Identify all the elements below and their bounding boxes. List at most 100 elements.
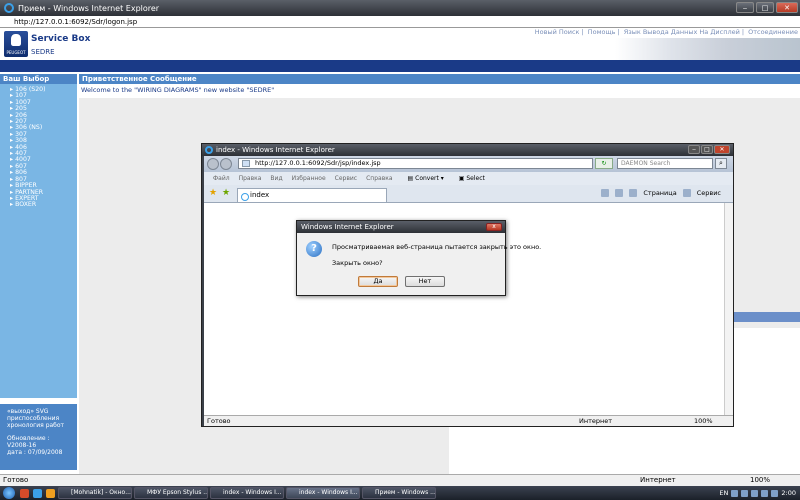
logo-text: PEUGEOT [6, 50, 26, 55]
add-favorite-icon[interactable]: ★ [222, 189, 230, 198]
popup-security-zone: Интернет [579, 417, 613, 425]
popup-titlebar: index - Windows Internet Explorer ‒ □ ✕ [202, 144, 733, 156]
quicklaunch-icon[interactable] [20, 488, 29, 498]
convert-button[interactable]: ▤ Convert ▾ [408, 175, 444, 182]
popup-minimize-button[interactable]: ‒ [688, 145, 700, 154]
favorites-star-icon[interactable]: ★ [209, 189, 217, 198]
link-logout[interactable]: Отсоединение [746, 28, 800, 36]
tray-icon[interactable] [731, 489, 739, 497]
update-version: Обновление : V2008-16 [7, 435, 50, 449]
start-button[interactable] [3, 487, 15, 499]
history-link[interactable]: хронология работ [7, 422, 70, 429]
left-panel: Ваш Выбор 106 (S20) 107 1007 205 206 207… [0, 74, 77, 398]
exit-link[interactable]: «выход» SVG [7, 408, 70, 415]
brand-subtitle: SEDRE [31, 48, 55, 56]
left-panel-title: Ваш Выбор [0, 74, 77, 84]
peugeot-logo: PEUGEOT [4, 31, 28, 57]
quicklaunch-icon[interactable] [46, 488, 55, 498]
tray-icon[interactable] [741, 489, 749, 497]
window-controls: ‒ □ ✕ [736, 2, 798, 13]
tab-index[interactable]: index [237, 188, 387, 202]
menu-view[interactable]: Вид [270, 175, 282, 182]
popup-title: index - Windows Internet Explorer [216, 146, 335, 154]
minimize-button[interactable]: ‒ [736, 2, 754, 13]
question-icon: ? [306, 241, 322, 257]
popup-close-button[interactable]: ✕ [714, 145, 730, 154]
forward-button[interactable] [220, 158, 232, 170]
left-footer: «выход» SVG приспособления хронология ра… [0, 404, 77, 470]
tray-icon[interactable] [751, 489, 759, 497]
taskbar-item[interactable]: МФУ Epson Stylus ... [134, 487, 208, 499]
address-bar[interactable]: http://127.0.0.1:6092/Sdr/logon.jsp [0, 16, 800, 28]
tools-link[interactable]: приспособления [7, 415, 70, 422]
dialog-title: Windows Internet Explorer x [297, 221, 505, 233]
popup-search-input[interactable]: DAEMON Search [617, 158, 713, 169]
language-indicator[interactable]: EN [719, 489, 728, 497]
taskbar-item[interactable]: index - Windows I... [210, 487, 284, 499]
print-icon[interactable] [629, 189, 638, 197]
service-menu[interactable]: Сервис [697, 189, 721, 197]
header-divider [0, 60, 800, 72]
status-bar: Готово Интернет 100% [0, 474, 800, 486]
popup-status-bar: Готово Интернет 100% [204, 415, 733, 426]
no-button[interactable]: Нет [405, 276, 445, 287]
popup-status-text: Готово [207, 417, 231, 425]
quicklaunch-icon[interactable] [33, 488, 42, 498]
menu-tools[interactable]: Сервис [335, 175, 357, 182]
welcome-title: Приветственное Сообщение [79, 74, 800, 84]
select-label: Select [466, 175, 485, 182]
dialog-close-button[interactable]: x [486, 223, 502, 231]
select-button[interactable]: ▣ Select [459, 175, 485, 182]
page-icon [242, 160, 250, 167]
dialog-question: Закрыть окно? [332, 259, 383, 267]
taskbar-item[interactable]: [Mohnatik] - Окно... [58, 487, 132, 499]
dialog-title-text: Windows Internet Explorer [301, 223, 394, 231]
ie-icon [205, 146, 213, 154]
header-banner-image [615, 38, 800, 60]
browser-titlebar: Прием - Windows Internet Explorer ‒ □ ✕ [0, 0, 800, 16]
brand-title: Service Box [31, 34, 91, 44]
taskbar-item[interactable]: index - Windows I... [286, 487, 360, 499]
maximize-button[interactable]: □ [756, 2, 774, 13]
welcome-text: Welcome to the "WIRING DIAGRAMS" new web… [81, 86, 275, 94]
dialog-message: Просматриваемая веб-страница пытается за… [332, 243, 542, 251]
popup-window-controls: ‒ □ ✕ [688, 145, 730, 154]
clock[interactable]: 2:00 [781, 489, 796, 497]
command-bar: Страница Сервис [601, 189, 721, 197]
taskbar-item[interactable]: Прием - Windows ... [362, 487, 436, 499]
taskbar: [Mohnatik] - Окно... МФУ Epson Stylus ..… [0, 486, 800, 500]
model-item[interactable]: BOXER [10, 201, 77, 208]
popup-scrollbar[interactable] [724, 203, 733, 415]
tray-icon[interactable] [761, 489, 769, 497]
confirm-dialog: Windows Internet Explorer x ? Просматрив… [296, 220, 541, 296]
menu-help[interactable]: Справка [366, 175, 392, 182]
popup-maximize-button[interactable]: □ [701, 145, 713, 154]
home-icon[interactable] [601, 189, 610, 197]
link-new-search[interactable]: Новый Поиск [533, 28, 582, 36]
lion-icon [11, 34, 21, 46]
yes-button[interactable]: Да [358, 276, 398, 287]
menu-file[interactable]: Файл [213, 175, 230, 182]
page-menu[interactable]: Страница [643, 189, 676, 197]
tray-icon[interactable] [771, 489, 779, 497]
model-list: 106 (S20) 107 1007 205 206 207 306 (NS) … [0, 84, 77, 209]
convert-label: Convert [415, 175, 439, 182]
link-language[interactable]: Язык Вывода Данных На Дисплей [622, 28, 742, 36]
menu-favorites[interactable]: Избранное [292, 175, 326, 182]
popup-zoom-level[interactable]: 100% [694, 416, 713, 426]
feeds-icon[interactable] [615, 189, 624, 197]
popup-address-input[interactable]: http://127.0.0.1:6092/Sdr/jsp/index.jsp [238, 158, 593, 169]
system-tray: EN 2:00 [719, 489, 800, 497]
popup-navbar: http://127.0.0.1:6092/Sdr/jsp/index.jsp … [204, 156, 733, 172]
update-date: дата : 07/09/2008 [7, 449, 63, 456]
zoom-level[interactable]: 100% [750, 475, 770, 486]
ie-icon [4, 3, 14, 13]
refresh-button[interactable]: ↻ [595, 158, 613, 169]
back-button[interactable] [207, 158, 219, 170]
search-icon[interactable]: ⌕ [715, 158, 727, 169]
tools-gear-icon[interactable] [682, 189, 691, 197]
menu-edit[interactable]: Правка [239, 175, 262, 182]
close-button[interactable]: ✕ [776, 2, 798, 13]
link-help[interactable]: Помощь [586, 28, 618, 36]
window-title: Прием - Windows Internet Explorer [18, 3, 160, 13]
